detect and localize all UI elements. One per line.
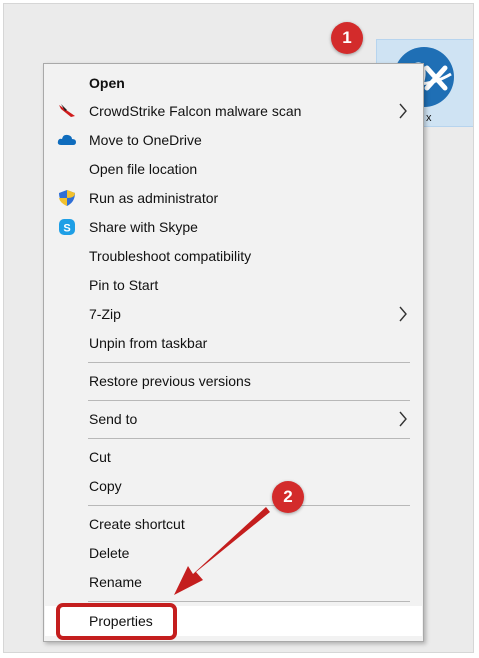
step-1-badge: 1: [331, 22, 363, 54]
annotation-arrow: [174, 507, 270, 595]
step-2-badge: 2: [272, 481, 304, 513]
properties-highlight-box: [56, 603, 177, 640]
